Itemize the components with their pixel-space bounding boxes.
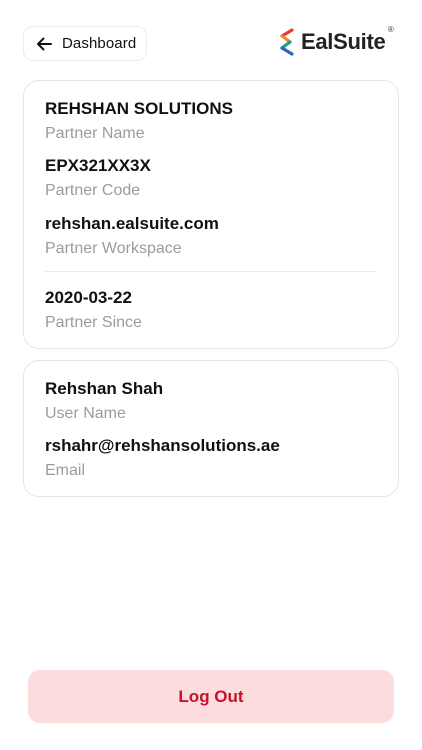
brand-name: EalSuite ® (301, 25, 394, 55)
user-name-field: Rehshan Shah User Name (45, 379, 163, 424)
partner-name-caption: Partner Name (45, 125, 145, 142)
partner-name-value: REHSHAN SOLUTIONS (45, 99, 233, 118)
partner-workspace-field: rehshan.ealsuite.com Partner Workspace (45, 214, 219, 259)
partner-code-field: EPX321XX3X Partner Code (45, 156, 151, 201)
partner-since-field: 2020-03-22 Partner Since (45, 288, 142, 333)
partner-since-value: 2020-03-22 (45, 288, 132, 307)
ealsuite-logo: EalSuite ® (277, 25, 394, 58)
user-info-card: Rehshan Shah User Name rshahr@rehshansol… (23, 360, 399, 497)
partner-workspace-value: rehshan.ealsuite.com (45, 214, 219, 233)
partner-code-value: EPX321XX3X (45, 156, 151, 175)
back-to-dashboard-button[interactable]: Dashboard (23, 26, 147, 61)
user-name-value: Rehshan Shah (45, 379, 164, 398)
partner-info-card: REHSHAN SOLUTIONS Partner Name EPX321XX3… (23, 80, 399, 349)
user-name-caption: User Name (45, 405, 126, 422)
logout-button-label: Log Out (178, 686, 244, 706)
partner-code-caption: Partner Code (45, 182, 141, 199)
email-caption: Email (45, 462, 86, 479)
partner-since-caption: Partner Since (45, 314, 142, 331)
card-divider (45, 271, 377, 272)
logout-button[interactable]: Log Out (28, 670, 394, 723)
registered-mark: ® (387, 25, 394, 34)
arrow-left-icon (34, 34, 54, 54)
partner-name-field: REHSHAN SOLUTIONS Partner Name (45, 99, 233, 144)
ealsuite-logo-mark-icon (277, 27, 297, 57)
back-button-label: Dashboard (62, 35, 137, 52)
brand-name-text: EalSuite (301, 29, 386, 54)
email-field: rshahr@rehshansolutions.ae Email (45, 436, 280, 481)
email-value: rshahr@rehshansolutions.ae (45, 436, 280, 455)
partner-workspace-caption: Partner Workspace (45, 240, 182, 257)
top-bar: Dashboard EalSuite ® (0, 0, 422, 86)
